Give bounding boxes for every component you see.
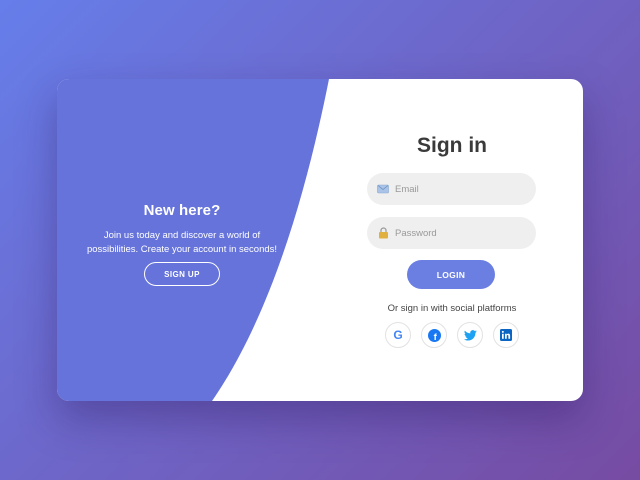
linkedin-button[interactable] xyxy=(493,322,519,348)
google-button[interactable]: G xyxy=(385,322,411,348)
mail-icon xyxy=(377,183,389,195)
social-caption: Or sign in with social platforms xyxy=(387,303,517,314)
auth-card: New here? Join us today and discover a w… xyxy=(57,79,583,401)
signin-panel: Sign in LOGIN Or sign in with social pla… xyxy=(337,79,583,401)
twitter-icon xyxy=(463,329,477,341)
email-input[interactable] xyxy=(395,183,525,195)
login-button[interactable]: LOGIN xyxy=(407,260,495,289)
signup-title: New here? xyxy=(143,202,221,219)
signup-button[interactable]: SIGN UP xyxy=(144,262,220,286)
lock-icon xyxy=(377,227,389,239)
signup-description: Join us today and discover a world of po… xyxy=(86,230,278,255)
password-field[interactable] xyxy=(367,217,536,249)
signin-title: Sign in xyxy=(417,134,487,157)
linkedin-icon xyxy=(500,329,512,341)
facebook-button[interactable]: f xyxy=(421,322,447,348)
password-input[interactable] xyxy=(395,227,525,239)
email-field[interactable] xyxy=(367,173,536,205)
google-icon: G xyxy=(393,328,403,342)
social-buttons: G f xyxy=(385,322,519,348)
twitter-button[interactable] xyxy=(457,322,483,348)
facebook-icon: f xyxy=(427,328,441,342)
signup-panel: New here? Join us today and discover a w… xyxy=(57,79,307,401)
